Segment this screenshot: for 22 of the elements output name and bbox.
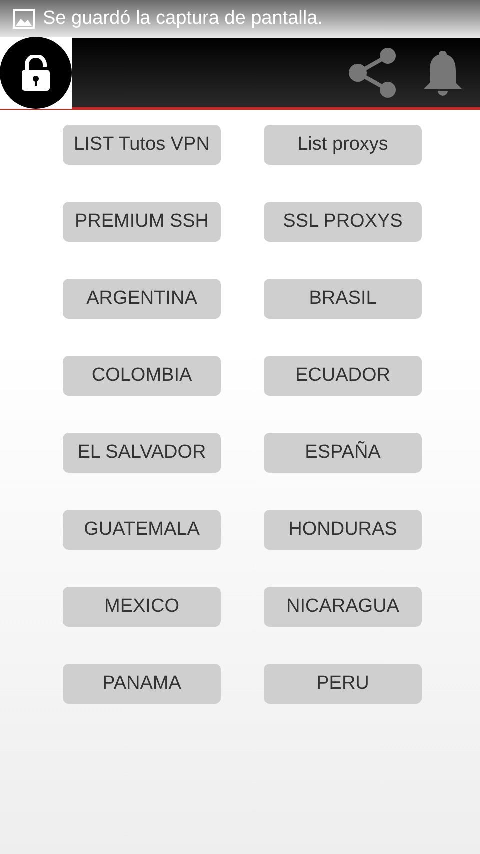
menu-button[interactable]: BRASIL bbox=[264, 279, 422, 319]
menu-button[interactable]: ESPAÑA bbox=[264, 433, 422, 473]
bell-icon[interactable] bbox=[422, 48, 464, 96]
menu-button[interactable]: GUATEMALA bbox=[63, 510, 221, 550]
menu-button[interactable]: COLOMBIA bbox=[63, 356, 221, 396]
menu-button[interactable]: EL SALVADOR bbox=[63, 433, 221, 473]
menu-button[interactable]: ARGENTINA bbox=[63, 279, 221, 319]
padlock-icon bbox=[20, 54, 52, 90]
menu-button[interactable]: ECUADOR bbox=[264, 356, 422, 396]
notification-text: Se guardó la captura de pantalla. bbox=[43, 6, 323, 31]
menu-button[interactable]: PERU bbox=[264, 664, 422, 704]
menu-button[interactable]: SSL PROXYS bbox=[264, 202, 422, 242]
menu-button[interactable]: HONDURAS bbox=[264, 510, 422, 550]
image-icon bbox=[13, 9, 35, 29]
menu-button[interactable]: PANAMA bbox=[63, 664, 221, 704]
menu-button[interactable]: MEXICO bbox=[63, 587, 221, 627]
padlock-logo[interactable] bbox=[0, 36, 72, 108]
menu-button[interactable]: LIST Tutos VPN bbox=[63, 125, 221, 165]
menu-button[interactable]: NICARAGUA bbox=[264, 587, 422, 627]
menu-button[interactable]: PREMIUM SSH bbox=[63, 202, 221, 242]
share-icon[interactable] bbox=[348, 46, 398, 98]
menu-button[interactable]: List proxys bbox=[264, 125, 422, 165]
